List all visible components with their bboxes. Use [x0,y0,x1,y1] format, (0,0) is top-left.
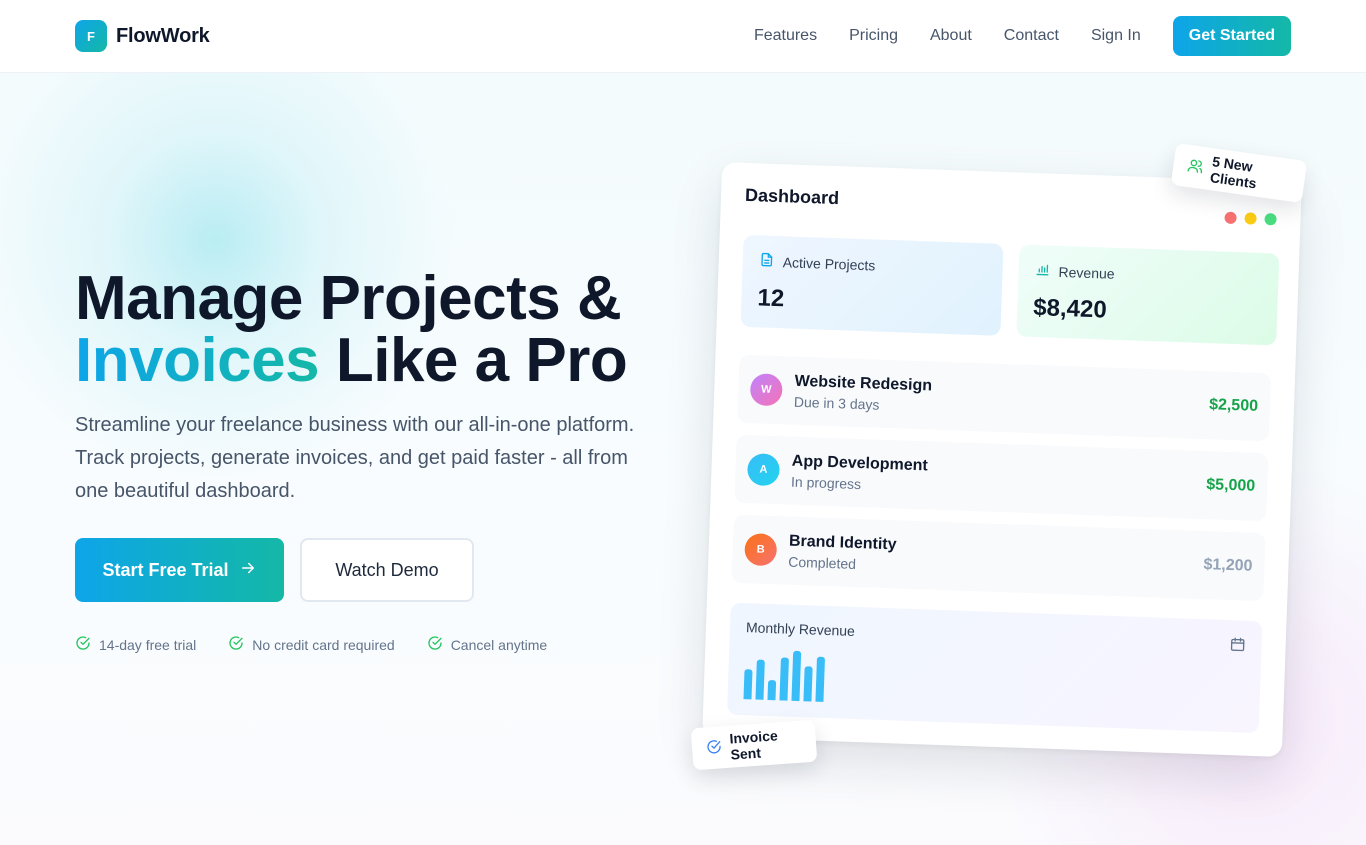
chart-title: Monthly Revenue [745,619,856,639]
perk-item: Cancel anytime [427,635,548,654]
get-started-button[interactable]: Get Started [1172,16,1291,56]
badge-label: Invoice Sent [728,727,779,763]
perk-label: Cancel anytime [450,636,548,653]
nav-link-pricing[interactable]: Pricing [849,16,898,56]
window-dot-red [1224,211,1237,225]
navbar: F FlowWork Features Pricing About Contac… [0,0,1366,73]
chart-bar [803,666,813,702]
chart-bar [755,659,765,700]
stat-value: 12 [757,284,785,313]
project-row-brand-identity[interactable]: B Brand Identity Completed $1,200 [731,514,1266,602]
watch-demo-button[interactable]: Watch Demo [300,538,474,602]
chart-bar [815,656,826,702]
window-dot-green [1264,213,1277,226]
brand-logo[interactable]: F FlowWork [75,20,210,52]
logo-mark: F [75,20,107,52]
start-free-trial-label: Start Free Trial [102,559,229,580]
hero-title-highlight: Invoices [75,326,320,395]
chart-bar [743,669,753,700]
stat-card-active-projects: Active Projects 12 [740,234,1004,336]
dashboard-card: Dashboard Active Projects 12 Revenue $8,… [702,162,1302,757]
monthly-revenue-chart: Monthly Revenue [726,602,1263,734]
avatar: B [744,533,778,567]
project-amount: $1,200 [1203,556,1253,575]
chart-bars [743,649,826,702]
avatar: A [746,453,781,487]
arrow-right-icon [239,559,257,582]
nav-link-contact[interactable]: Contact [1004,16,1059,56]
chart-bar [791,650,802,702]
calendar-icon[interactable] [1229,636,1246,658]
perk-label: No credit card required [252,636,395,653]
badge-label: 5 New Clients [1209,153,1258,192]
nav-links: Features Pricing About Contact Sign In G… [754,16,1291,56]
invoice-sent-badge: Invoice Sent [690,719,818,771]
stat-label: Active Projects [782,253,876,273]
chart-bar [767,679,777,701]
start-free-trial-button[interactable]: Start Free Trial [75,538,284,602]
hero-title: Manage Projects & Invoices Like a Pro [75,268,628,395]
hero-title-line2: Like a Pro [319,326,628,395]
hero-title-line1: Manage Projects & [75,264,622,333]
project-row-website-redesign[interactable]: W Website Redesign Due in 3 days $2,500 [737,354,1272,442]
watch-demo-label: Watch Demo [335,559,439,580]
stat-value: $8,420 [1032,294,1108,324]
brand-name: FlowWork [116,24,210,47]
stat-label: Revenue [1058,263,1115,282]
project-amount: $2,500 [1208,396,1259,415]
check-circle-icon [705,738,722,758]
sign-in-link[interactable]: Sign In [1091,16,1141,56]
window-controls [1224,211,1277,226]
window-dot-yellow [1244,212,1257,225]
chart-bar [779,657,789,701]
document-icon [758,251,775,271]
bar-chart-icon [1034,261,1051,281]
nav-link-about[interactable]: About [930,16,972,56]
check-circle-icon [75,635,91,654]
perk-item: No credit card required [228,635,395,654]
hero-subtitle: Streamline your freelance business with … [75,414,635,502]
dashboard-preview: Dashboard Active Projects 12 Revenue $8,… [702,162,1302,757]
check-circle-icon [427,635,443,654]
users-icon [1186,156,1204,177]
project-amount: $5,000 [1206,476,1256,495]
perk-label: 14-day free trial [99,636,197,653]
nav-link-features[interactable]: Features [754,16,817,56]
check-circle-icon [228,635,244,654]
project-row-app-development[interactable]: A App Development In progress $5,000 [734,434,1269,522]
avatar: W [749,373,783,407]
stat-card-revenue: Revenue $8,420 [1016,244,1280,346]
perk-item: 14-day free trial [75,635,196,654]
perks-list: 14-day free trial No credit card require… [75,635,547,654]
dashboard-title: Dashboard [744,184,840,209]
